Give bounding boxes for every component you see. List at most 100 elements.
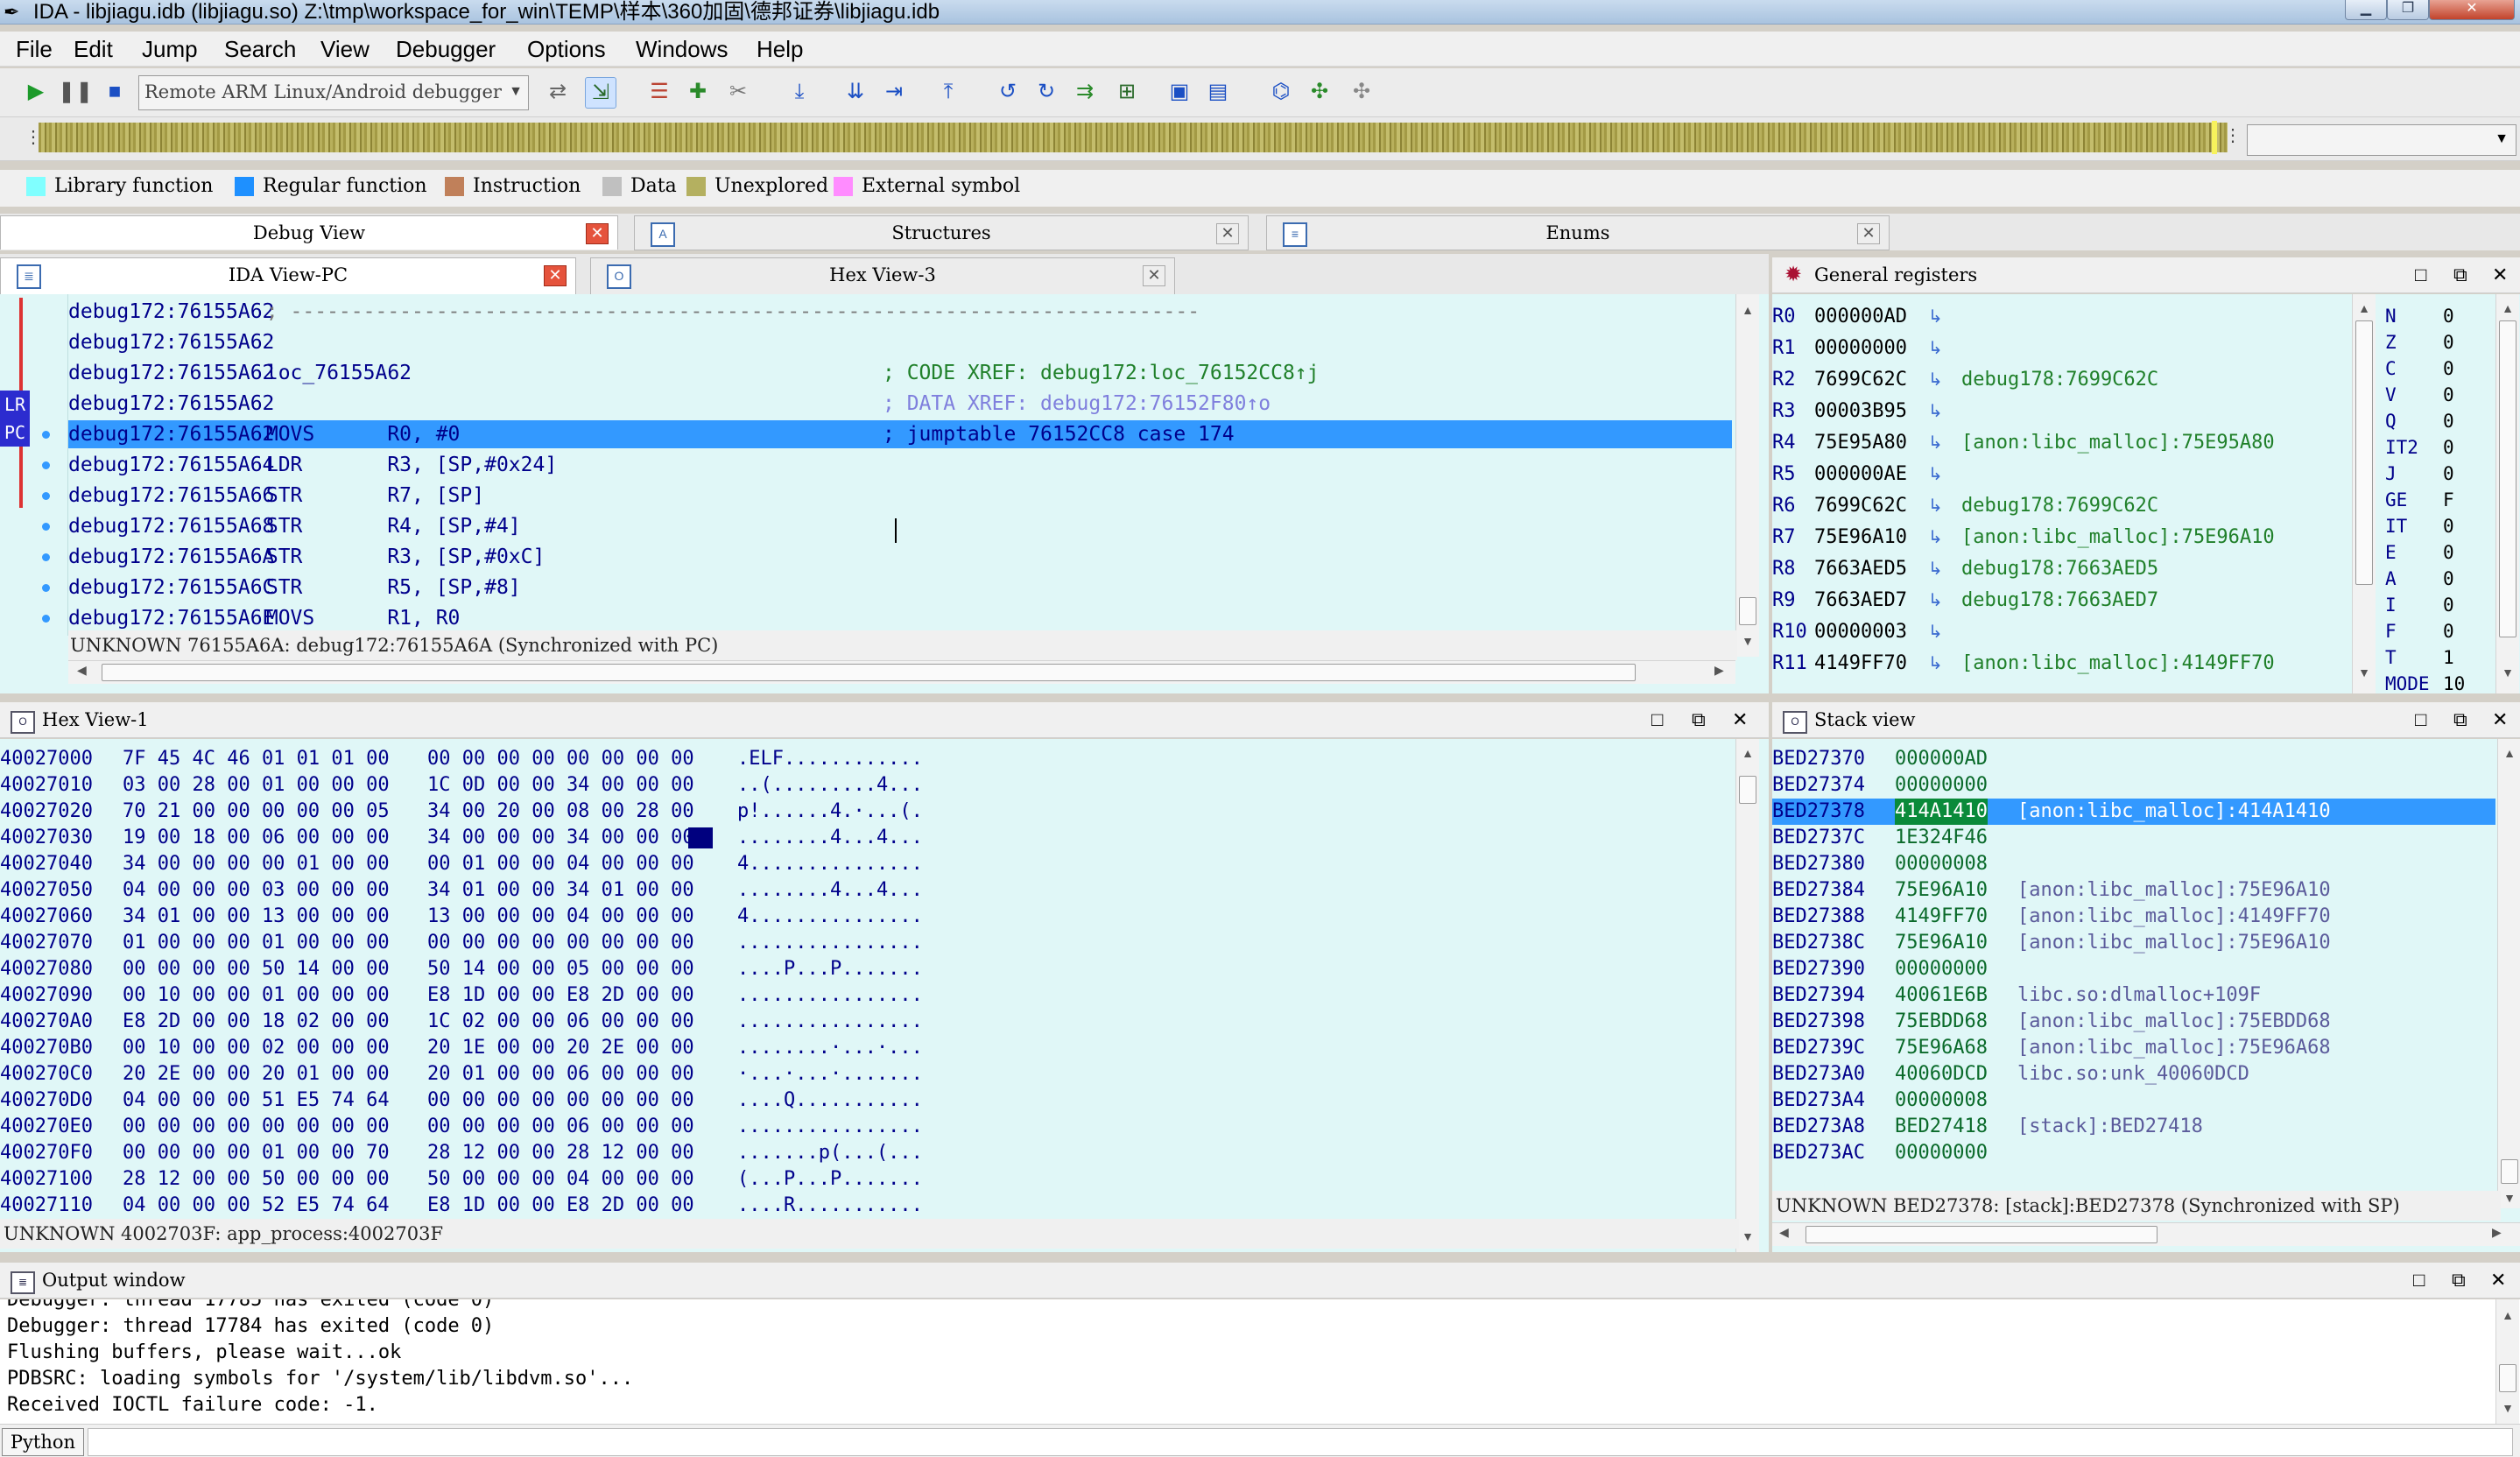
breakpoint-dot[interactable] <box>42 461 50 469</box>
registers-scrollbar[interactable]: ▲ ▼ <box>2352 294 2376 693</box>
panel-float-icon[interactable]: ⧉ <box>2453 257 2467 292</box>
stack-reference[interactable]: libc.so:unk_40060DCD <box>2017 1061 2249 1087</box>
navigator-combo[interactable]: ▼ <box>2247 124 2516 156</box>
delete-breakpoint-button[interactable]: ✂ <box>723 77 753 107</box>
start-process-button[interactable]: ▶ <box>21 77 51 107</box>
flag-row[interactable]: IT2 0 <box>2385 434 2490 461</box>
flag-row[interactable]: GE F <box>2385 487 2490 513</box>
breakpoint-dot[interactable] <box>42 492 50 500</box>
scroll-thumb[interactable] <box>2501 1159 2518 1184</box>
flag-row[interactable]: Q0 <box>2385 408 2490 434</box>
register-row[interactable]: R3 00003B95 ↳ <box>1772 398 2350 426</box>
ida-view-vertical-scrollbar[interactable]: ▲ ▼ <box>1735 294 1759 657</box>
stack-view-scrollbar[interactable]: ▲ ▼ <box>2497 739 2520 1208</box>
hex-row[interactable]: 400270B0 00 10 00 00 02 00 00 00 20 1E 00 … <box>0 1035 1734 1061</box>
register-row[interactable]: R0 000000AD ↳ <box>1772 303 2350 331</box>
hex-row[interactable]: 40027070 01 00 00 00 01 00 00 00 00 00 00 … <box>0 930 1734 956</box>
scroll-right-icon[interactable]: ▶ <box>1714 663 1724 678</box>
disassembly-listing[interactable]: debug172:76155A62 ; --------------------… <box>42 298 1732 630</box>
scroll-thumb[interactable] <box>2355 320 2373 585</box>
hex-row[interactable]: 40027020 70 21 00 00 00 00 00 05 34 00 20 … <box>0 799 1734 825</box>
panel-float-icon[interactable]: ⧉ <box>2452 1263 2466 1298</box>
register-reference[interactable]: debug178:7663AED5 <box>1961 555 2158 583</box>
hex-row[interactable]: 400270D0 04 00 00 00 51 E5 74 64 00 00 00 … <box>0 1087 1734 1114</box>
flag-row[interactable]: Z0 <box>2385 329 2490 355</box>
output-scrollbar[interactable]: ▲ ▼ <box>2495 1299 2519 1424</box>
stack-row[interactable]: BED27384 75E96A10 [anon:libc_malloc]:75E96… <box>1772 877 2495 904</box>
menu-debugger[interactable]: Debugger <box>396 32 496 67</box>
disasm-line[interactable]: debug172:76155A62 loc_76155A62 ; CODE XRE… <box>68 359 1732 387</box>
hex-row[interactable]: 400270F0 00 00 00 00 01 00 00 70 28 12 00 … <box>0 1140 1734 1166</box>
flag-row[interactable]: C0 <box>2385 355 2490 382</box>
flag-row[interactable]: T1 <box>2385 644 2490 671</box>
flags-scrollbar[interactable]: ▲ ▼ <box>2495 294 2519 693</box>
register-row[interactable]: R1 00000000 ↳ <box>1772 334 2350 362</box>
close-icon[interactable]: ✕ <box>1143 265 1165 286</box>
stack-row[interactable]: BED273A4 00000008 <box>1772 1087 2495 1114</box>
view-hex-button[interactable]: ▣ <box>1165 77 1194 107</box>
register-reference[interactable]: [anon:libc_malloc]:75E96A10 <box>1961 524 2275 552</box>
flag-row[interactable]: F0 <box>2385 618 2490 644</box>
breakpoint-dot[interactable] <box>42 553 50 561</box>
breakpoint-dot[interactable] <box>42 615 50 623</box>
register-list[interactable]: R0 000000AD ↳ R1 00000000 ↳ R2 7699C62C ↳ debug17… <box>1772 303 2350 693</box>
stack-row[interactable]: BED27380 00000008 <box>1772 851 2495 877</box>
stack-row[interactable]: BED2738C 75E96A10 [anon:libc_malloc]:75E96… <box>1772 930 2495 956</box>
scroll-left-icon[interactable]: ◀ <box>1779 1225 1789 1240</box>
hex-row[interactable]: 400270C0 20 2E 00 00 20 01 00 00 20 01 00 … <box>0 1061 1734 1087</box>
stack-reference[interactable]: libc.so:dlmalloc+109F <box>2017 982 2261 1009</box>
jump-arrow-icon[interactable]: ↳ <box>1928 524 1943 552</box>
scroll-down-icon[interactable]: ▼ <box>2496 665 2519 679</box>
jump-arrow-icon[interactable]: ↳ <box>1928 303 1943 331</box>
minimize-button[interactable]: ▁ <box>2345 0 2387 20</box>
stack-row[interactable]: BED2737C 1E324F46 <box>1772 825 2495 851</box>
disasm-line[interactable]: debug172:76155A64 LDR R3, [SP,#0x24] <box>42 451 1732 479</box>
hex-view-scrollbar[interactable]: ▲ ▼ <box>1735 739 1759 1252</box>
remove-watch-button[interactable]: ✣ <box>1347 77 1376 107</box>
flag-row[interactable]: A0 <box>2385 566 2490 592</box>
scroll-down-icon[interactable]: ▼ <box>1736 634 1759 648</box>
output-log[interactable]: Debugger: thread 17785 has exited (code … <box>7 1299 2459 1436</box>
stack-reference[interactable]: [anon:libc_malloc]:75E96A68 <box>2017 1035 2331 1061</box>
close-icon[interactable]: ✕ <box>2492 702 2508 737</box>
scroll-down-icon[interactable]: ▼ <box>2496 1401 2519 1415</box>
panel-restore-icon[interactable]: □ <box>2413 1263 2425 1298</box>
python-button[interactable]: Python <box>2 1428 84 1456</box>
hex-row[interactable]: 40027000 7F 45 4C 46 01 01 01 00 00 00 00 … <box>0 746 1734 772</box>
navigation-strip[interactable] <box>39 123 2228 152</box>
hex-row[interactable]: 400270E0 00 00 00 00 00 00 00 00 00 00 00 … <box>0 1114 1734 1140</box>
scroll-thumb[interactable] <box>2499 1364 2516 1392</box>
hex-row[interactable]: 40027090 00 10 00 00 01 00 00 00 E8 1D 00 … <box>0 982 1734 1009</box>
breakpoint-dot[interactable] <box>42 308 50 316</box>
command-input[interactable] <box>88 1428 2513 1456</box>
stack-reference[interactable]: [anon:libc_malloc]:75E96A10 <box>2017 877 2331 904</box>
menu-windows[interactable]: Windows <box>636 32 728 67</box>
stack-reference[interactable]: [anon:libc_malloc]:414A1410 <box>2017 799 2331 825</box>
trace-button[interactable]: ⇉ <box>1070 77 1100 107</box>
hex-row[interactable]: 40027060 34 01 00 00 13 00 00 00 13 00 00 … <box>0 904 1734 930</box>
register-row[interactable]: R7 75E96A10 ↳ [anon:libc_malloc]:75E96A10 <box>1772 524 2350 552</box>
flags-list[interactable]: N 0 Z 0 C 0 V 0 Q 0 IT2 0 J 0 GE F IT 0 E 0 A 0 I 0 F 0 T 1 MODE 10 <box>2385 303 2490 693</box>
jump-arrow-icon[interactable]: ↳ <box>1928 650 1943 678</box>
hex-row[interactable]: 40027030 19 00 18 00 06 00 00 00 34 00 00 … <box>0 825 1734 851</box>
hex-row[interactable]: 40027010 03 00 28 00 01 00 00 00 1C 0D 00 … <box>0 772 1734 799</box>
scroll-up-icon[interactable]: ▲ <box>2496 301 2519 315</box>
step-out-button[interactable]: ⤒ <box>933 77 963 107</box>
flag-row[interactable]: IT 0 <box>2385 513 2490 539</box>
jump-arrow-icon[interactable]: ↳ <box>1928 492 1943 520</box>
flag-row[interactable]: MODE 10 <box>2385 671 2490 693</box>
register-reference[interactable]: debug178:7699C62C <box>1961 492 2158 520</box>
disasm-line[interactable]: debug172:76155A66 STR R7, [SP] <box>42 482 1732 510</box>
close-icon[interactable]: ✕ <box>2490 1263 2506 1298</box>
disasm-line[interactable]: debug172:76155A62 ; DATA XREF: debug172:7… <box>68 390 1732 418</box>
scroll-up-icon[interactable]: ▲ <box>2496 1308 2519 1322</box>
stack-row[interactable]: BED273A0 40060DCD libc.so:unk_40060DCD <box>1772 1061 2495 1087</box>
menu-jump[interactable]: Jump <box>142 32 198 67</box>
stack-row[interactable]: BED27374 00000000 <box>1772 772 2495 799</box>
tab-structures[interactable]: A Structures ✕ <box>634 215 1249 250</box>
pause-process-button[interactable]: ❚❚ <box>58 77 93 107</box>
detach-button[interactable]: ⇲ <box>585 77 616 109</box>
flag-row[interactable]: V0 <box>2385 382 2490 408</box>
close-window-button[interactable]: ✕ <box>2429 0 2515 20</box>
menu-options[interactable]: Options <box>527 32 606 67</box>
